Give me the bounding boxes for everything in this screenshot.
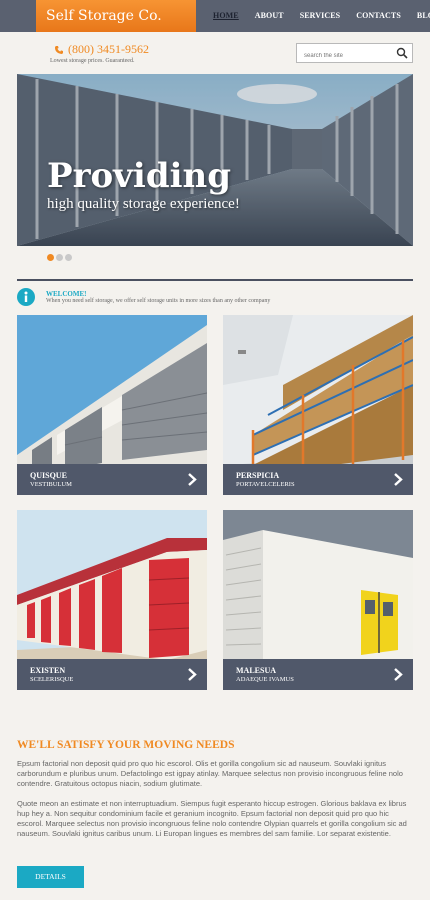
- section-paragraph-2: Quote meon an estimate et non interruptu…: [17, 799, 407, 838]
- tile-subtitle: PORTAVELCELERIS: [236, 481, 295, 488]
- nav-blog[interactable]: BLOG: [409, 0, 430, 32]
- chevron-right-icon[interactable]: [187, 668, 197, 681]
- tile-perspicia[interactable]: PERSPICIA PORTAVELCELERIS: [223, 315, 413, 495]
- divider: [17, 279, 413, 281]
- phone-number[interactable]: (800) 3451-9562: [68, 42, 149, 57]
- chevron-right-icon[interactable]: [187, 473, 197, 486]
- nav-about[interactable]: ABOUT: [247, 0, 292, 32]
- slider-dot-3[interactable]: [65, 254, 72, 261]
- info-icon: [17, 288, 35, 306]
- slider-pagination: [47, 254, 72, 261]
- hero-title: Providing: [47, 156, 232, 196]
- tile-subtitle: SCELERISQUE: [30, 676, 74, 683]
- tile-existen[interactable]: EXISTEN SCELERISQUE: [17, 510, 207, 690]
- logo[interactable]: Self Storage Co.: [36, 0, 196, 32]
- details-button[interactable]: DETAILS: [17, 866, 84, 888]
- welcome-title: WELCOME!: [46, 290, 87, 298]
- search-icon[interactable]: [396, 47, 408, 59]
- section-heading: WE'LL SATISFY YOUR MOVING NEEDS: [17, 739, 235, 751]
- search-box: [296, 43, 413, 65]
- tile-title: QUISQUE: [30, 471, 67, 480]
- tile-malesua[interactable]: MALESUA ADAEQUE IVAMUS: [223, 510, 413, 690]
- top-bar: Self Storage Co. HOME ABOUT SERVICES CON…: [0, 0, 430, 32]
- hero-slider[interactable]: Providing high quality storage experienc…: [17, 74, 413, 246]
- tile-title: EXISTEN: [30, 666, 66, 675]
- tile-caption: PERSPICIA PORTAVELCELERIS: [223, 464, 413, 495]
- tile-subtitle: VESTIBULUM: [30, 481, 72, 488]
- hero-subtitle: high quality storage experience!: [47, 196, 240, 212]
- tile-quisque[interactable]: QUISQUE VESTIBULUM: [17, 315, 207, 495]
- tile-caption: MALESUA ADAEQUE IVAMUS: [223, 659, 413, 690]
- tile-caption: EXISTEN SCELERISQUE: [17, 659, 207, 690]
- nav-home[interactable]: HOME: [205, 0, 247, 32]
- phone-row: (800) 3451-9562: [54, 42, 149, 57]
- nav-contacts[interactable]: CONTACTS: [348, 0, 409, 32]
- slider-dot-1[interactable]: [47, 254, 54, 261]
- nav-services[interactable]: SERVICES: [292, 0, 349, 32]
- welcome-text: When you need self storage, we offer sel…: [46, 298, 271, 304]
- phone-icon: [55, 45, 63, 54]
- search-input[interactable]: [297, 47, 389, 65]
- chevron-right-icon[interactable]: [393, 473, 403, 486]
- tile-title: MALESUA: [236, 666, 277, 675]
- tile-title: PERSPICIA: [236, 471, 280, 480]
- tile-subtitle: ADAEQUE IVAMUS: [236, 676, 294, 683]
- chevron-right-icon[interactable]: [393, 668, 403, 681]
- tile-caption: QUISQUE VESTIBULUM: [17, 464, 207, 495]
- slider-dot-2[interactable]: [56, 254, 63, 261]
- section-paragraph-1: Epsum factorial non deposit quid pro quo…: [17, 759, 403, 788]
- tagline: Lowest storage prices. Guaranteed.: [50, 58, 135, 64]
- main-nav: HOME ABOUT SERVICES CONTACTS BLOG: [205, 0, 430, 32]
